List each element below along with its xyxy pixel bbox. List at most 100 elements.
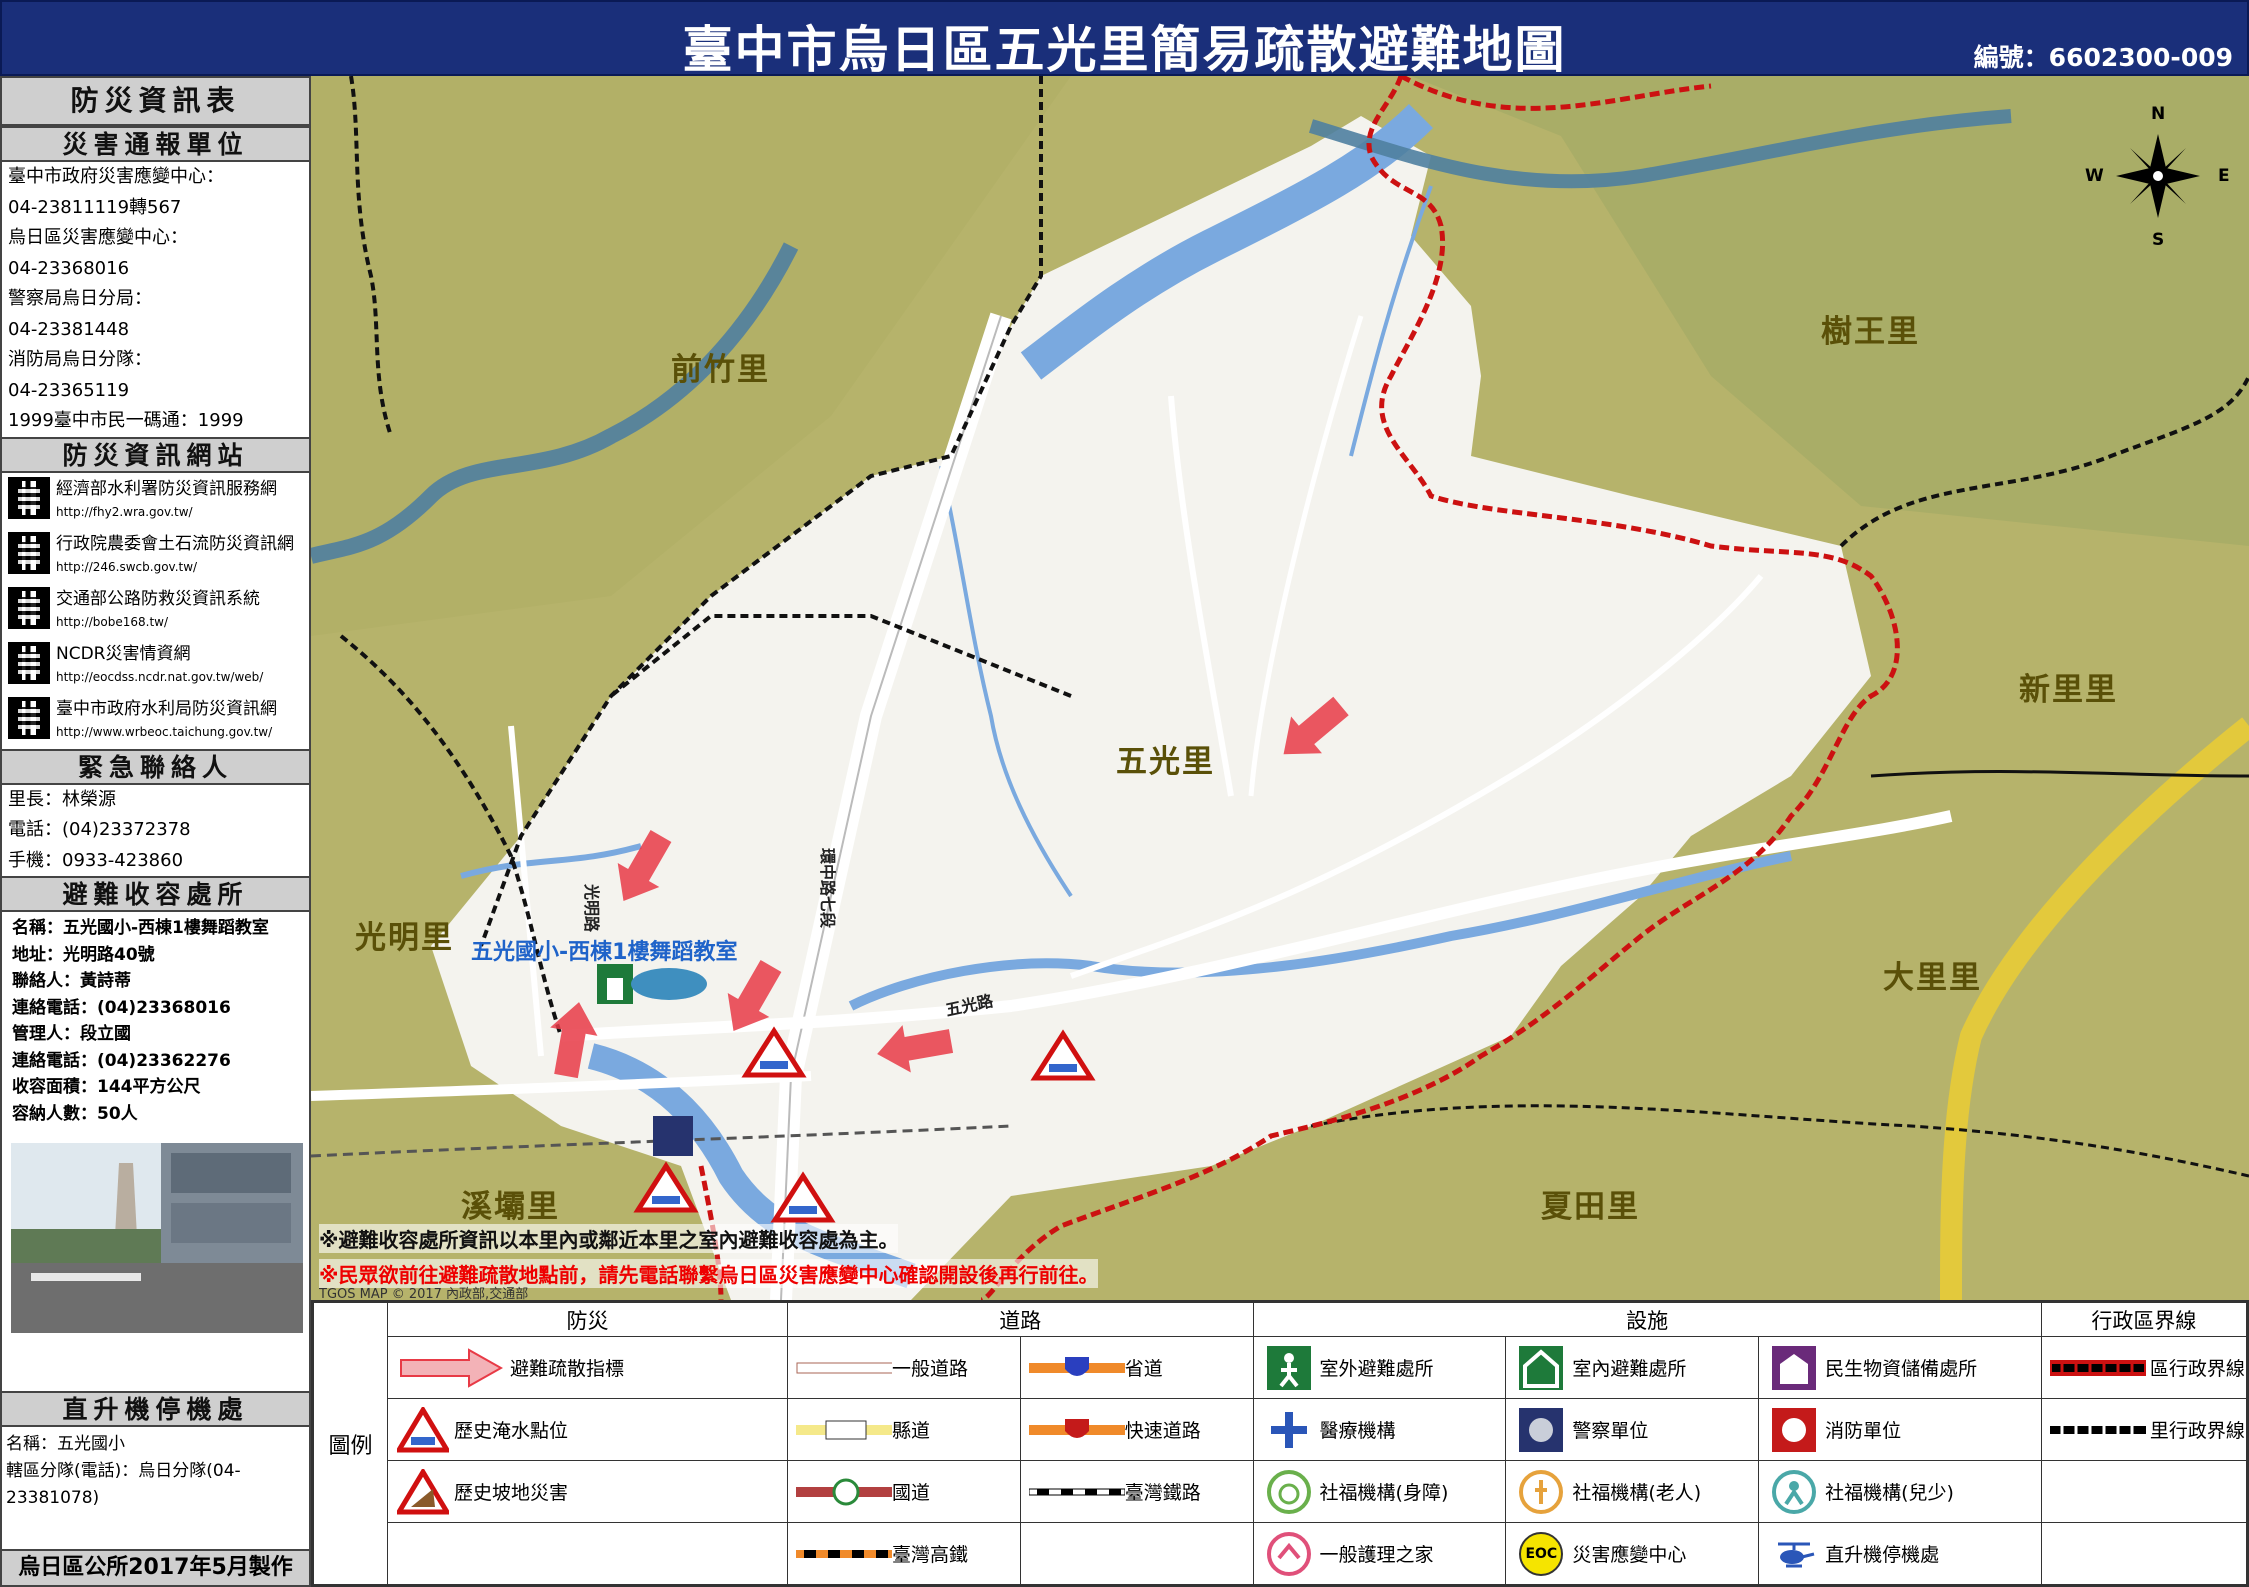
legend-high-speed-rail: 臺灣高鐵: [892, 1544, 969, 1566]
slope-disaster-icon: [396, 1468, 450, 1516]
shelter-info-list: 名稱：五光國小-西棟1樓舞蹈教室 地址：光明路40號 聯絡人：黃詩蒂 連絡電話：…: [2, 912, 309, 1127]
website-url[interactable]: http://bobe168.tw/: [56, 611, 260, 633]
railway-symbol: [1028, 1487, 1125, 1497]
websites-list: 經濟部水利署防災資訊服務網 http://fhy2.wra.gov.tw/ 行政院…: [2, 473, 309, 749]
helicopter-icon: [1767, 1530, 1821, 1578]
legend-road-header: 道路: [787, 1302, 1254, 1337]
road-label-ring: 環中路七段: [818, 847, 838, 929]
websites-heading: 防災資訊網站: [2, 436, 309, 473]
website-item[interactable]: 經濟部水利署防災資訊服務網 http://fhy2.wra.gov.tw/: [2, 473, 309, 528]
website-item[interactable]: 臺中市政府水利局防災資訊網 http://www.wrbeoc.taichung.…: [2, 693, 309, 749]
legend-slope-disaster: 歷史坡地災害: [454, 1482, 569, 1504]
legend-evacuation-sign: 避難疏散指標: [510, 1358, 625, 1380]
website-url[interactable]: http://www.wrbeoc.taichung.gov.tw/: [56, 721, 277, 743]
website-name: 經濟部水利署防災資訊服務網: [56, 478, 277, 499]
legend-supplies-storage: 民生物資儲備處所: [1825, 1358, 1978, 1380]
elderly-welfare-icon: [1514, 1468, 1568, 1516]
website-url[interactable]: http://246.swcb.gov.tw/: [56, 556, 294, 578]
legend-eoc: 災害應變中心: [1572, 1544, 1687, 1566]
disaster-info-panel: 防災資訊表 災害通報單位 臺中市政府災害應變中心： 04-23811119轉56…: [0, 76, 311, 1587]
legend-disabled-welfare: 社福機構(身障): [1319, 1482, 1449, 1504]
compass-north-label: N: [2151, 104, 2166, 124]
legend-boundary-header: 行政區界線: [2040, 1302, 2248, 1337]
shelter-map-label: 五光國小-西棟1樓舞蹈教室: [471, 940, 738, 965]
legend-railway: 臺灣鐵路: [1124, 1482, 1201, 1504]
qr-code-icon: [8, 641, 50, 684]
shelter-line: 收容面積：144平方公尺: [12, 1077, 201, 1097]
legend-fire-department: 消防單位: [1825, 1420, 1902, 1442]
legend-village-boundary: 里行政界線: [2149, 1420, 2245, 1442]
qr-code-icon: [8, 531, 50, 574]
reporting-line: 消防局烏日分隊：: [8, 349, 152, 370]
shelter-line: 連絡電話：(04)23362276: [12, 1050, 231, 1071]
reporting-units-list: 臺中市政府災害應變中心： 04-23811119轉567 烏日區災害應變中心： …: [2, 162, 309, 437]
supplies-storage-icon: [1767, 1344, 1821, 1392]
shelter-heading: 避難收容處所: [2, 876, 309, 912]
shelter-line: 管理人：段立國: [12, 1024, 131, 1044]
village-boundary-symbol: [2049, 1425, 2150, 1435]
expressway-symbol: [1028, 1415, 1125, 1445]
legend-county-road: 縣道: [892, 1420, 931, 1442]
village-label-xiba: 溪壩里: [461, 1189, 560, 1225]
legend-title: 圖例: [313, 1302, 388, 1585]
compass-east-label: E: [2218, 166, 2230, 186]
legend-medical: 醫療機構: [1319, 1420, 1396, 1442]
reporting-line: 04-23811119轉567: [8, 196, 182, 218]
helipad-line: 名稱：五光國小: [6, 1434, 125, 1454]
reporting-line: 警察局烏日分局：: [8, 288, 152, 309]
national-highway-symbol: [796, 1477, 892, 1507]
website-item[interactable]: 交通部公路防救災資訊系統 http://bobe168.tw/: [2, 583, 309, 638]
nursing-home-icon: [1262, 1530, 1316, 1578]
map-legend: 圖例 防災 道路 設施 行政區界線 避難疏散指標 一般道路 省道 室外避難處所 …: [311, 1300, 2249, 1587]
outdoor-shelter-icon: [1262, 1344, 1316, 1392]
legend-facility-header: 設施: [1252, 1302, 2042, 1337]
shelter-photo: [11, 1143, 303, 1333]
legend-outdoor-shelter: 室外避難處所: [1319, 1358, 1434, 1380]
website-url[interactable]: http://fhy2.wra.gov.tw/: [56, 501, 277, 523]
evacuation-map[interactable]: N S W E 前竹里 樹王里 新里里 五光里 光明里 大里里 溪壩里 夏田里 …: [311, 76, 2249, 1300]
website-item[interactable]: NCDR災害情資網 http://eocdss.ncdr.nat.gov.tw/w…: [2, 638, 309, 693]
shelter-line: 容納人數：50人: [12, 1103, 138, 1124]
compass-south-label: S: [2152, 230, 2165, 250]
helipad-info: 名稱：五光國小 轄區分隊(電話)：烏日分隊(04-23381078): [2, 1427, 309, 1512]
police-icon: [653, 1116, 693, 1156]
title-bar: 臺中市烏日區五光里簡易疏散避難地圖 編號：6602300-009: [0, 0, 2249, 79]
reporting-line: 烏日區災害應變中心：: [8, 227, 188, 248]
contact-line: 里長：林榮源: [8, 788, 116, 810]
helipad-line: 轄區分隊(電話)：烏日分隊(04-23381078): [6, 1461, 241, 1508]
contact-line: 手機：0933-423860: [8, 849, 184, 871]
reporting-line: 04-23365119: [8, 379, 130, 401]
eoc-badge: EOC: [1519, 1531, 1564, 1576]
shelter-line: 連絡電話：(04)23368016: [12, 997, 231, 1018]
indoor-shelter-legend-icon: [1514, 1344, 1568, 1392]
qr-code-icon: [8, 586, 50, 629]
legend-nursing-home: 一般護理之家: [1319, 1544, 1434, 1566]
website-item[interactable]: 行政院農委會土石流防災資訊網 http://246.swcb.gov.tw/: [2, 528, 309, 583]
helipad-heading: 直升機停機處: [2, 1391, 309, 1427]
eoc-icon: EOC: [1514, 1530, 1568, 1578]
legend-indoor-shelter: 室內避難處所: [1572, 1358, 1687, 1380]
village-label-guangming: 光明里: [355, 920, 454, 956]
general-road-symbol: [796, 1361, 892, 1375]
legend-elderly-welfare: 社福機構(老人): [1572, 1482, 1702, 1504]
made-by-footer: 烏日區公所2017年5月製作: [2, 1549, 309, 1585]
website-name: 臺中市政府水利局防災資訊網: [56, 698, 277, 719]
reporting-units-heading: 災害通報單位: [2, 126, 309, 162]
page-title: 臺中市烏日區五光里簡易疏散避難地圖: [682, 21, 1567, 79]
shelter-line: 地址：光明路40號: [12, 944, 155, 965]
district-boundary-symbol: [2049, 1359, 2150, 1376]
contact-line: 電話：(04)23372378: [8, 819, 191, 840]
county-road-symbol: [796, 1420, 892, 1440]
provincial-road-symbol: [1028, 1353, 1125, 1383]
youth-welfare-icon: [1767, 1468, 1821, 1516]
map-copyright: TGOS MAP © 2017 內政部,交通部: [319, 1287, 529, 1300]
website-url[interactable]: http://eocdss.ncdr.nat.gov.tw/web/: [56, 666, 263, 688]
flood-point-legend-icon: [396, 1406, 450, 1454]
fire-department-icon: [1767, 1406, 1821, 1454]
reporting-line: 04-23368016: [8, 257, 130, 279]
legend-disaster-header: 防災: [387, 1302, 788, 1337]
info-panel-title: 防災資訊表: [2, 78, 309, 126]
qr-code-icon: [8, 476, 50, 519]
legend-provincial-road: 省道: [1124, 1358, 1163, 1380]
website-name: NCDR災害情資網: [56, 643, 191, 664]
